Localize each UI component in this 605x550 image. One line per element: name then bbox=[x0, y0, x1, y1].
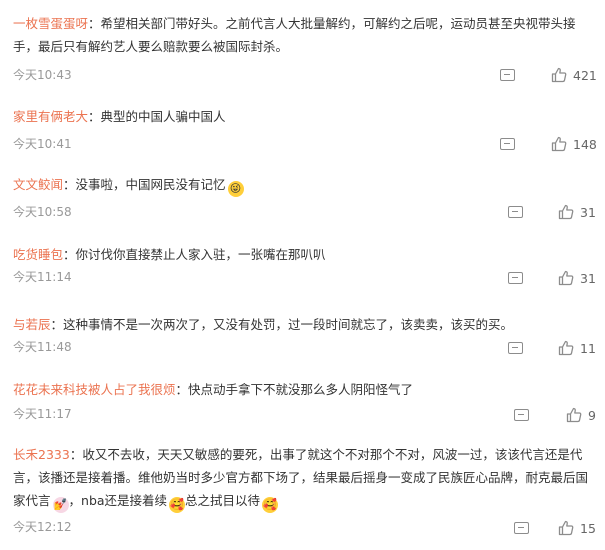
reply-icon[interactable] bbox=[514, 409, 529, 421]
comment-body: 长禾2333：收又不去收，天天又敏感的要死，出事了就这个不对那个不对，风波一过，… bbox=[13, 443, 598, 513]
like-count: 31 bbox=[580, 204, 596, 220]
like-button[interactable]: 421 bbox=[551, 67, 597, 83]
reply-icon[interactable] bbox=[500, 69, 515, 81]
comment-username[interactable]: 家里有俩老大 bbox=[13, 109, 88, 124]
like-count: 31 bbox=[580, 270, 596, 286]
comment-username[interactable]: 花花未来科技被人占了我很烦 bbox=[13, 382, 176, 397]
like-button[interactable]: 15 bbox=[558, 520, 596, 536]
comment-username[interactable]: 与若辰 bbox=[13, 317, 51, 332]
comment-text: ：希望相关部门带好头。之前代言人大批量解约，可解约之后呢，运动员甚至央视带头接手… bbox=[13, 16, 576, 54]
thumb-up-icon bbox=[558, 340, 574, 356]
comment-username[interactable]: 一枚雪蛋蛋呀 bbox=[13, 16, 88, 31]
like-button[interactable]: 31 bbox=[558, 270, 596, 286]
comment-text: ：快点动手拿下不就没那么多人阴阳怪气了 bbox=[175, 382, 414, 397]
comment-time: 今天10:41 bbox=[13, 137, 72, 151]
thumb-up-icon bbox=[566, 407, 582, 423]
comment-time: 今天11:14 bbox=[13, 270, 72, 284]
reply-icon[interactable] bbox=[500, 138, 515, 150]
thumb-up-icon bbox=[551, 136, 567, 152]
thumb-up-icon bbox=[551, 67, 567, 83]
comment-username[interactable]: 吃货睡包 bbox=[13, 247, 63, 262]
reply-icon[interactable] bbox=[508, 272, 523, 284]
like-button[interactable]: 9 bbox=[566, 407, 596, 423]
comment-body: 与若辰：这种事情不是一次两次了，又没有处罚，过一段时间就忘了，该卖卖，该买的买。 bbox=[13, 313, 598, 336]
like-button[interactable]: 11 bbox=[558, 340, 596, 356]
comment-text: ：没事啦，中国网民没有记忆 bbox=[63, 177, 226, 192]
like-count: 421 bbox=[573, 67, 597, 83]
comment-body: 一枚雪蛋蛋呀：希望相关部门带好头。之前代言人大批量解约，可解约之后呢，运动员甚至… bbox=[13, 12, 598, 58]
comment-feed: 一枚雪蛋蛋呀：希望相关部门带好头。之前代言人大批量解约，可解约之后呢，运动员甚至… bbox=[0, 0, 605, 550]
comment-time: 今天12:12 bbox=[13, 520, 72, 534]
like-count: 148 bbox=[573, 136, 597, 152]
comment-body: 吃货睡包：你讨伐你直接禁止人家入驻，一张嘴在那叭叭 bbox=[13, 243, 598, 266]
comment-text-continued: ，nba还是接着续 bbox=[68, 493, 168, 508]
reply-icon[interactable] bbox=[508, 206, 523, 218]
like-count: 15 bbox=[580, 520, 596, 536]
comment-body: 家里有俩老大：典型的中国人骗中国人 bbox=[13, 105, 598, 128]
comment-text: ：你讨伐你直接禁止人家入驻，一张嘴在那叭叭 bbox=[63, 247, 326, 262]
comment-time: 今天11:48 bbox=[13, 340, 72, 354]
thumb-up-icon bbox=[558, 204, 574, 220]
hearts-emoji-icon: 🥰 bbox=[262, 497, 279, 513]
like-button[interactable]: 31 bbox=[558, 204, 596, 220]
blush-emoji-icon: 🥰 bbox=[169, 497, 186, 513]
comment-text: ：典型的中国人骗中国人 bbox=[88, 109, 226, 124]
comment-body: 花花未来科技被人占了我很烦：快点动手拿下不就没那么多人阴阳怪气了 bbox=[13, 378, 598, 401]
like-count: 9 bbox=[588, 407, 596, 423]
reply-icon[interactable] bbox=[514, 522, 529, 534]
comment-text-end: 总之拭目以待 bbox=[185, 493, 261, 508]
comment-username[interactable]: 文文鲛闻 bbox=[13, 177, 63, 192]
nail-polish-emoji-icon: 💅 bbox=[52, 497, 69, 513]
like-count: 11 bbox=[580, 340, 596, 356]
comment-body: 文文鲛闻：没事啦，中国网民没有记忆 😜 bbox=[13, 173, 598, 197]
emoji-icon: 😜 bbox=[227, 181, 244, 197]
comment-username[interactable]: 长禾2333 bbox=[13, 447, 70, 462]
thumb-up-icon bbox=[558, 270, 574, 286]
thumb-up-icon bbox=[558, 520, 574, 536]
comment-time: 今天11:17 bbox=[13, 407, 72, 421]
comment-time: 今天10:58 bbox=[13, 205, 72, 219]
comment-text: ：这种事情不是一次两次了，又没有处罚，过一段时间就忘了，该卖卖，该买的买。 bbox=[50, 317, 514, 332]
comment-time: 今天10:43 bbox=[13, 68, 72, 82]
like-button[interactable]: 148 bbox=[551, 136, 597, 152]
reply-icon[interactable] bbox=[508, 342, 523, 354]
